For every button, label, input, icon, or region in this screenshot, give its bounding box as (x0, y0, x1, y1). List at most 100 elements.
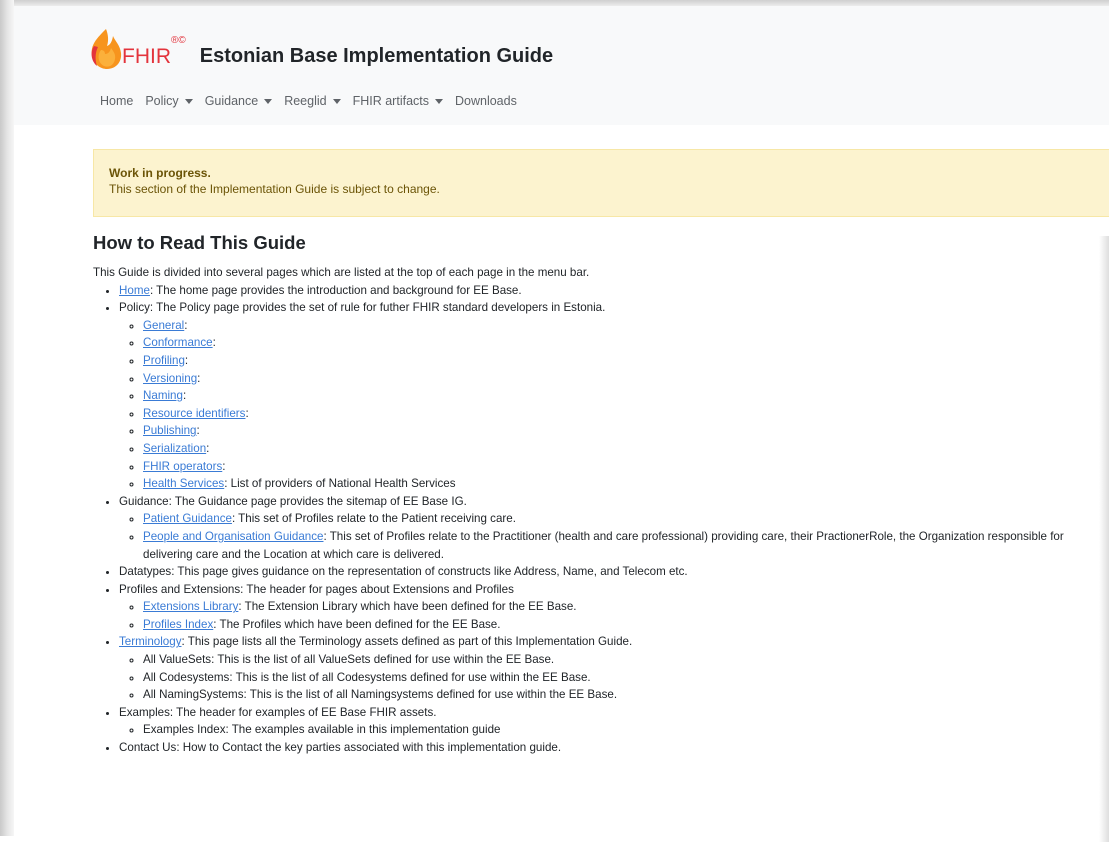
sub-list-item: Extensions Library: The Extension Librar… (143, 598, 1103, 616)
sub-list-item: All ValueSets: This is the list of all V… (143, 651, 1103, 669)
nav-fhir-artifacts[interactable]: FHIR artifacts (353, 94, 443, 108)
list-item-text: Profiles and Extensions: The header for … (119, 582, 514, 596)
nav-policy[interactable]: Policy (145, 94, 193, 108)
guide-list: Home: The home page provides the introdu… (93, 282, 1103, 757)
sub-list: All ValueSets: This is the list of all V… (119, 651, 1103, 704)
page-curl-shadow (1099, 236, 1109, 842)
nav-reeglid[interactable]: Reeglid (284, 94, 341, 108)
nav-fhir-artifacts-label: FHIR artifacts (352, 94, 429, 108)
alert-body: This section of the Implementation Guide… (109, 182, 440, 196)
sub-list: Examples Index: The examples available i… (119, 721, 1103, 739)
sub-list-item-text: : (182, 389, 187, 403)
sub-list-item: Publishing: (143, 422, 1103, 440)
sub-list-item-link[interactable]: Health Services (143, 477, 224, 490)
sub-list-item: Profiles Index: The Profiles which have … (143, 616, 1103, 634)
sub-list-item: Health Services: List of providers of Na… (143, 475, 1103, 493)
nav-home[interactable]: Home (100, 94, 133, 108)
sub-list-item-text: : (184, 318, 188, 332)
alert-title: Work in progress. (109, 166, 211, 180)
sub-list-item-link[interactable]: Profiles Index (143, 618, 213, 631)
main-nav: Home Policy Guidance Reeglid FHIR artifa… (100, 94, 517, 108)
registered-mark: ®© (171, 35, 186, 46)
sub-list-item: All NamingSystems: This is the list of a… (143, 686, 1103, 704)
sub-list-item-text: : (184, 353, 189, 367)
nav-guidance-label: Guidance (204, 94, 259, 108)
list-item-text: Policy: The Policy page provides the set… (119, 301, 606, 315)
sub-list-item: Profiling: (143, 352, 1103, 370)
sub-list-item-text: All ValueSets: This is the list of all V… (143, 653, 555, 667)
sub-list-item-text: : (245, 406, 249, 420)
sub-list-item-text: : (206, 441, 210, 455)
sub-list-item: Conformance: (143, 334, 1103, 352)
sub-list-item-text: Examples Index: The examples available i… (143, 723, 501, 737)
sub-list-item-link[interactable]: Profiling (143, 354, 185, 367)
fhir-logo[interactable]: FHIR®© (88, 28, 186, 70)
screenshot-frame-left (0, 0, 14, 836)
sub-list-item: Naming: (143, 387, 1103, 405)
sub-list-item-text: All Codesystems: This is the list of all… (143, 670, 591, 684)
nav-downloads-label: Downloads (455, 94, 517, 108)
nav-downloads[interactable]: Downloads (455, 94, 517, 108)
site-header: FHIR®© Estonian Base Implementation Guid… (14, 6, 1109, 125)
intro-text: This Guide is divided into several pages… (93, 266, 590, 279)
list-item: Profiles and Extensions: The header for … (119, 581, 1103, 634)
caret-down-icon (264, 98, 273, 104)
list-item-link[interactable]: Home (119, 284, 150, 297)
sub-list: Patient Guidance: This set of Profiles r… (119, 510, 1103, 563)
sub-list-item-text: : The Extension Library which have been … (238, 600, 577, 614)
sub-list-item-text: : This set of Profiles relate to the Pat… (231, 512, 516, 526)
sub-list-item: Resource identifiers: (143, 405, 1103, 423)
caret-down-icon (184, 98, 193, 104)
brand: FHIR®© Estonian Base Implementation Guid… (88, 28, 553, 70)
list-item-text: : This page lists all the Terminology as… (181, 635, 633, 649)
sub-list-item-text: : The Profiles which have been defined f… (213, 617, 501, 631)
nav-guidance[interactable]: Guidance (205, 94, 273, 108)
sub-list-item-link[interactable]: Versioning (143, 372, 197, 385)
sub-list-item: People and Organisation Guidance: This s… (143, 528, 1103, 563)
page: FHIR®© Estonian Base Implementation Guid… (14, 6, 1109, 842)
sub-list-item: Serialization: (143, 440, 1103, 458)
sub-list-item-link[interactable]: Patient Guidance (143, 512, 232, 525)
sub-list-item-link[interactable]: Naming (143, 389, 183, 402)
page-heading: How to Read This Guide (93, 232, 306, 253)
sub-list-item-link[interactable]: Serialization (143, 442, 206, 455)
list-item: Guidance: The Guidance page provides the… (119, 493, 1103, 563)
sub-list-item-link[interactable]: People and Organisation Guidance (143, 530, 323, 543)
sub-list-item-text: : (222, 459, 226, 473)
sub-list-item-text: : (197, 371, 201, 385)
list-item-text: Guidance: The Guidance page provides the… (119, 494, 467, 508)
sub-list-item-link[interactable]: Extensions Library (143, 600, 238, 613)
list-item-link[interactable]: Terminology (119, 635, 182, 648)
sub-list-item-link[interactable]: Conformance (143, 336, 213, 349)
list-item-text: Examples: The header for examples of EE … (119, 705, 437, 719)
list-item: Examples: The header for examples of EE … (119, 704, 1103, 739)
sub-list-item: Versioning: (143, 370, 1103, 388)
sub-list-item-text: : List of providers of National Health S… (224, 477, 456, 491)
site-title[interactable]: Estonian Base Implementation Guide (200, 45, 553, 68)
sub-list: Extensions Library: The Extension Librar… (119, 598, 1103, 633)
list-item: Terminology: This page lists all the Ter… (119, 633, 1103, 703)
nav-reeglid-label: Reeglid (284, 94, 327, 108)
list-item: Datatypes: This page gives guidance on t… (119, 563, 1103, 581)
logo-text: FHIR (122, 45, 171, 68)
sub-list-item-link[interactable]: General (143, 319, 184, 332)
sub-list-item: Patient Guidance: This set of Profiles r… (143, 510, 1103, 528)
list-item-text: Contact Us: How to Contact the key parti… (119, 741, 562, 755)
nav-home-label: Home (100, 94, 134, 108)
list-item-text: Datatypes: This page gives guidance on t… (119, 565, 688, 579)
work-in-progress-alert: Work in progress. This section of the Im… (93, 149, 1109, 217)
sub-list-item: All Codesystems: This is the list of all… (143, 669, 1103, 687)
sub-list-item-link[interactable]: Resource identifiers (143, 407, 245, 420)
caret-down-icon (332, 98, 341, 104)
sub-list-item-link[interactable]: Publishing (143, 424, 197, 437)
flame-icon (91, 29, 122, 69)
sub-list-item: FHIR operators: (143, 458, 1103, 476)
guide-content: This Guide is divided into several pages… (93, 264, 1103, 757)
sub-list-item-text: All NamingSystems: This is the list of a… (143, 688, 618, 702)
nav-policy-label: Policy (145, 94, 179, 108)
sub-list-item: General: (143, 317, 1103, 335)
sub-list-item-link[interactable]: FHIR operators (143, 460, 222, 473)
sub-list-item-text: : (212, 336, 216, 350)
list-item-text: : The home page provides the introductio… (149, 283, 522, 297)
sub-list-item-text: : (196, 424, 200, 438)
